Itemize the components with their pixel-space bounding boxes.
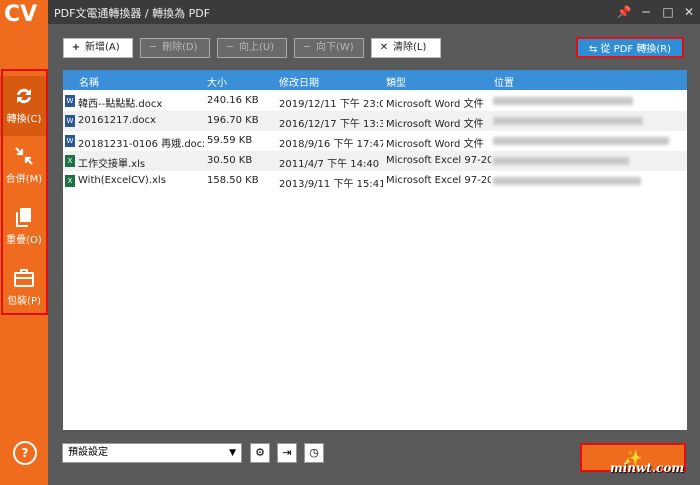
file-size: 196.70 KB — [207, 115, 259, 126]
file-name: 20181231-0106 再娥.docx — [78, 139, 204, 150]
table-row[interactable]: W 20161217.docx 196.70 KB 2016/12/17 下午 … — [63, 111, 687, 131]
gear-icon: ⚙ — [255, 446, 265, 459]
file-modified: 2019/12/11 下午 23:0 — [279, 99, 383, 110]
word-file-icon: W — [65, 95, 75, 107]
file-name: 20161217.docx — [78, 115, 156, 126]
settings-button[interactable]: ⚙ — [250, 443, 270, 463]
file-modified: 2018/9/16 下午 17:47 — [279, 139, 383, 150]
excel-file-icon: X — [65, 155, 75, 167]
file-type: Microsoft Excel 97-20 — [386, 155, 491, 166]
blurred-location — [493, 177, 641, 185]
help-button[interactable]: ? — [13, 441, 37, 465]
convert-pdf-icon: ⇆ — [588, 44, 601, 55]
title-bar: PDF文電通轉換器 / 轉換為 PDF 📌 ─ □ ✕ — [0, 0, 700, 24]
file-type: Microsoft Word 文件 — [386, 119, 484, 130]
file-size: 158.50 KB — [207, 175, 259, 186]
add-button[interactable]: + 新增(A) — [63, 38, 133, 58]
file-modified: 2016/12/17 下午 13:3 — [279, 119, 383, 130]
blurred-location — [493, 137, 669, 145]
preset-select[interactable]: 預設設定 ▼ — [62, 443, 242, 463]
file-modified: 2011/4/7 下午 14:40 — [279, 159, 380, 170]
table-row[interactable]: X With(ExcelCV).xls 158.50 KB 2013/9/11 … — [63, 171, 687, 191]
chevron-down-icon: ▼ — [229, 448, 236, 458]
table-row[interactable]: W 韓西--點點點.docx 240.16 KB 2019/12/11 下午 2… — [63, 91, 687, 111]
file-type: Microsoft Word 文件 — [386, 139, 484, 150]
minimize-button[interactable]: ─ — [638, 4, 654, 20]
file-size: 240.16 KB — [207, 95, 259, 106]
file-type: Microsoft Excel 97-20 — [386, 175, 491, 186]
file-modified: 2013/9/11 下午 15:41 — [279, 179, 383, 190]
from-pdf-button[interactable]: ⇆ 從 PDF 轉換(R) — [576, 37, 684, 58]
word-file-icon: W — [65, 115, 75, 127]
import-icon: ⇥ — [282, 446, 292, 459]
excel-file-icon: X — [65, 175, 75, 187]
maximize-button[interactable]: □ — [660, 4, 676, 20]
clear-button[interactable]: ✕ 清除(L) — [371, 38, 441, 58]
column-header-modified[interactable]: 修改日期 — [279, 74, 319, 89]
clock-icon: ◷ — [309, 446, 319, 459]
column-header-location[interactable]: 位置 — [494, 74, 514, 89]
pin-icon[interactable]: 📌 — [616, 4, 632, 20]
table-header: 名稱 大小 修改日期 類型 位置 — [63, 70, 687, 90]
column-header-size[interactable]: 大小 — [207, 74, 227, 89]
arrow-down-icon: ─ — [303, 42, 311, 53]
file-name: 工作交接單.xls — [78, 159, 146, 170]
close-icon: ✕ — [379, 42, 389, 53]
plus-icon: + — [71, 42, 81, 53]
column-header-type[interactable]: 類型 — [386, 74, 406, 89]
close-button[interactable]: ✕ — [681, 4, 697, 20]
blurred-location — [493, 97, 633, 105]
file-type: Microsoft Word 文件 — [386, 99, 484, 110]
blurred-location — [493, 157, 629, 165]
file-name: 韓西--點點點.docx — [78, 99, 163, 110]
table-row[interactable]: X 工作交接單.xls 30.50 KB 2011/4/7 下午 14:40 M… — [63, 151, 687, 171]
remove-button[interactable]: ─ 刪除(D) — [140, 38, 210, 58]
move-down-button[interactable]: ─ 向下(W) — [294, 38, 364, 58]
table-row[interactable]: W 20181231-0106 再娥.docx 59.59 KB 2018/9/… — [63, 131, 687, 151]
minus-icon: ─ — [149, 42, 157, 53]
preset-select-value: 預設設定 — [68, 447, 108, 458]
file-size: 59.59 KB — [207, 135, 253, 146]
arrow-up-icon: ─ — [226, 42, 234, 53]
move-up-button[interactable]: ─ 向上(U) — [217, 38, 287, 58]
sidebar-highlight — [1, 69, 48, 315]
file-size: 30.50 KB — [207, 155, 253, 166]
file-name: With(ExcelCV).xls — [78, 175, 166, 186]
window-title: PDF文電通轉換器 / 轉換為 PDF — [54, 7, 211, 20]
word-file-icon: W — [65, 135, 75, 147]
watermark: minwt.com — [610, 461, 685, 475]
file-table: 名稱 大小 修改日期 類型 位置 W 韓西--點點點.docx 240.16 K… — [63, 70, 687, 430]
history-button[interactable]: ◷ — [304, 443, 324, 463]
column-header-name[interactable]: 名稱 — [79, 74, 99, 89]
blurred-location — [493, 117, 643, 125]
import-button[interactable]: ⇥ — [277, 443, 297, 463]
